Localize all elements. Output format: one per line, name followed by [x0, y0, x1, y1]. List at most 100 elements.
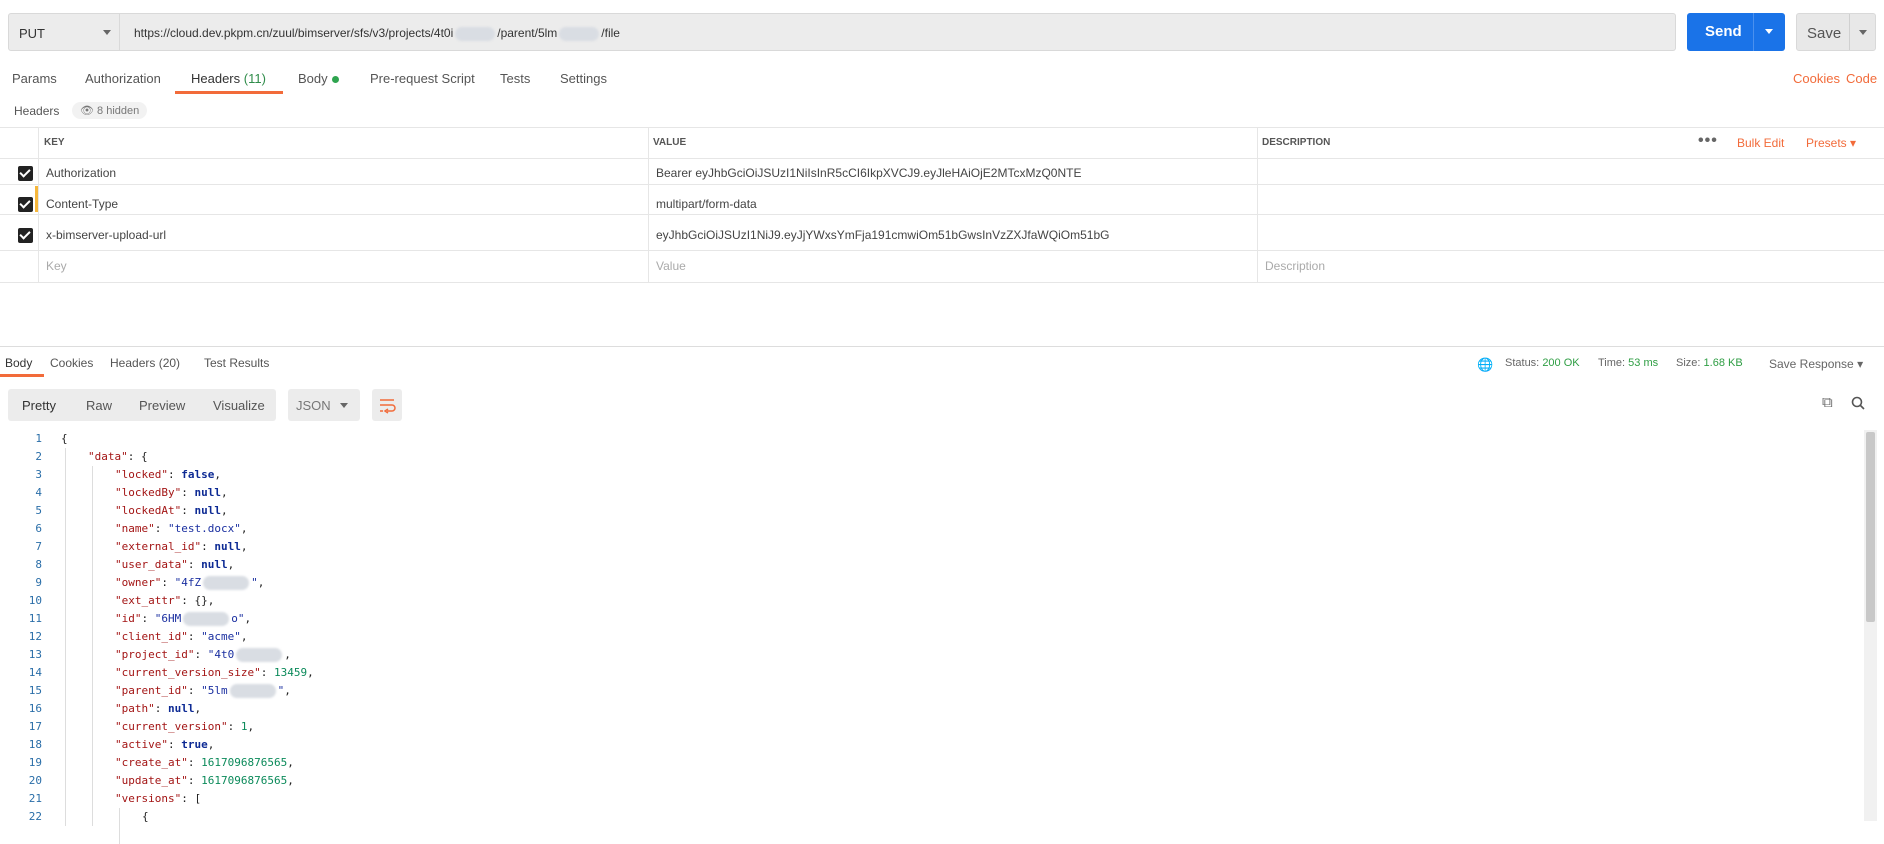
send-options-chevron-icon[interactable]: [1765, 29, 1773, 34]
header-value-cell[interactable]: multipart/form-data: [656, 197, 757, 211]
redacted-blur: [203, 576, 250, 590]
new-description-input[interactable]: Description: [1265, 259, 1325, 273]
line-number: 19: [28, 756, 42, 769]
line-number: 12: [28, 630, 42, 643]
warning-indicator: [35, 186, 38, 212]
new-key-input[interactable]: Key: [46, 259, 67, 273]
hidden-headers-toggle[interactable]: 👁 8 hidden: [72, 102, 148, 119]
line-number: 16: [28, 702, 42, 715]
chevron-down-icon: ▾: [1857, 357, 1864, 371]
url-value: https://cloud.dev.pkpm.cn/zuul/bimserver…: [134, 26, 620, 41]
wrap-lines-icon: [380, 399, 396, 414]
globe-icon[interactable]: 🌐: [1477, 357, 1493, 373]
line-number: 17: [28, 720, 42, 733]
tab-settings[interactable]: Settings: [560, 71, 607, 86]
code-line: "locked": false,: [115, 468, 221, 481]
save-options-chevron-icon[interactable]: [1859, 30, 1867, 35]
line-number: 14: [28, 666, 42, 679]
chevron-down-icon: [340, 403, 348, 408]
code-line: "user_data": null,: [115, 558, 235, 571]
active-tab-indicator: [175, 91, 283, 94]
column-header-key: KEY: [44, 137, 65, 148]
column-header-description: DESCRIPTION: [1262, 137, 1331, 148]
tab-prerequest-script[interactable]: Pre-request Script: [370, 71, 475, 86]
headers-section-label: Headers: [14, 104, 60, 118]
header-key-cell[interactable]: Content-Type: [46, 197, 118, 211]
more-options-icon[interactable]: •••: [1698, 132, 1718, 150]
line-number: 6: [35, 522, 42, 535]
save-response-dropdown[interactable]: Save Response ▾: [1769, 357, 1863, 371]
cookies-link[interactable]: Cookies: [1793, 71, 1840, 86]
header-value-cell[interactable]: Bearer eyJhbGciOiJSUzI1NiIsInR5cCI6IkpXV…: [656, 166, 1081, 180]
code-line: "lockedAt": null,: [115, 504, 228, 517]
line-number: 7: [35, 540, 42, 553]
row-checkbox[interactable]: [18, 197, 33, 212]
method-value: PUT: [19, 26, 45, 41]
response-tab-body[interactable]: Body: [5, 356, 32, 370]
response-tab-test-results[interactable]: Test Results: [204, 356, 269, 370]
row-checkbox[interactable]: [18, 166, 33, 181]
code-line: {: [61, 432, 68, 445]
tab-tests[interactable]: Tests: [500, 71, 530, 86]
response-view-tabs: Pretty Raw Preview Visualize: [8, 389, 276, 421]
code-line: "create_at": 1617096876565,: [115, 756, 294, 769]
line-number: 13: [28, 648, 42, 661]
redacted-blur: [455, 26, 496, 41]
view-visualize[interactable]: Visualize: [213, 398, 265, 413]
tab-params[interactable]: Params: [12, 71, 57, 86]
line-number: 2: [35, 450, 42, 463]
code-line: "parent_id": "5lm ",: [115, 684, 291, 698]
url-input[interactable]: https://cloud.dev.pkpm.cn/zuul/bimserver…: [120, 13, 1676, 51]
search-icon[interactable]: [1851, 396, 1865, 410]
code-line: {: [142, 810, 149, 823]
bulk-edit-link[interactable]: Bulk Edit: [1737, 136, 1784, 150]
format-select[interactable]: JSON: [288, 389, 360, 421]
presets-dropdown[interactable]: Presets ▾: [1806, 136, 1856, 150]
view-raw[interactable]: Raw: [86, 398, 112, 413]
view-pretty[interactable]: Pretty: [22, 398, 56, 413]
line-number: 3: [35, 468, 42, 481]
response-status: Status: 200 OK: [1505, 357, 1580, 369]
chevron-down-icon: [103, 30, 111, 35]
header-value-cell[interactable]: eyJhbGciOiJSUzI1NiJ9.eyJjYWxsYmFja191cmw…: [656, 228, 1109, 242]
save-label: Save: [1807, 25, 1842, 42]
indent-guide: [119, 808, 120, 844]
line-number: 9: [35, 576, 42, 589]
wrap-lines-button[interactable]: [372, 389, 402, 421]
header-key-cell[interactable]: x-bimserver-upload-url: [46, 228, 166, 242]
code-line: "ext_attr": {},: [115, 594, 215, 607]
response-tab-cookies[interactable]: Cookies: [50, 356, 93, 370]
header-key-cell[interactable]: Authorization: [46, 166, 116, 180]
method-select[interactable]: PUT: [8, 13, 120, 51]
redacted-blur: [183, 612, 230, 626]
code-line: "name": "test.docx",: [115, 522, 248, 535]
tab-body[interactable]: Body: [298, 71, 339, 86]
line-number: 21: [28, 792, 42, 805]
line-number: 4: [35, 486, 42, 499]
send-button[interactable]: Send: [1687, 13, 1785, 51]
tab-headers[interactable]: Headers (11): [191, 71, 266, 86]
line-number: 18: [28, 738, 42, 751]
code-line: "owner": "4fZ ",: [115, 576, 265, 590]
code-line: "versions": [: [115, 792, 202, 805]
save-button[interactable]: Save: [1796, 13, 1876, 51]
copy-icon[interactable]: ⧉: [1822, 394, 1833, 411]
response-tab-headers[interactable]: Headers (20): [110, 356, 180, 370]
redacted-blur: [559, 26, 600, 41]
code-line: "client_id": "acme",: [115, 630, 248, 643]
code-line: "update_at": 1617096876565,: [115, 774, 294, 787]
indent-guide: [65, 448, 66, 826]
code-line: "current_version_size": 13459,: [115, 666, 314, 679]
format-value: JSON: [296, 398, 331, 413]
code-link[interactable]: Code: [1846, 71, 1877, 86]
code-line: "external_id": null,: [115, 540, 248, 553]
redacted-blur: [236, 648, 283, 662]
new-value-input[interactable]: Value: [656, 259, 686, 273]
row-checkbox[interactable]: [18, 228, 33, 243]
line-number: 8: [35, 558, 42, 571]
line-number: 1: [35, 432, 42, 445]
tab-authorization[interactable]: Authorization: [85, 71, 161, 86]
view-preview[interactable]: Preview: [139, 398, 185, 413]
scrollbar-thumb[interactable]: [1866, 432, 1875, 622]
code-line: "id": "6HM o",: [115, 612, 252, 626]
